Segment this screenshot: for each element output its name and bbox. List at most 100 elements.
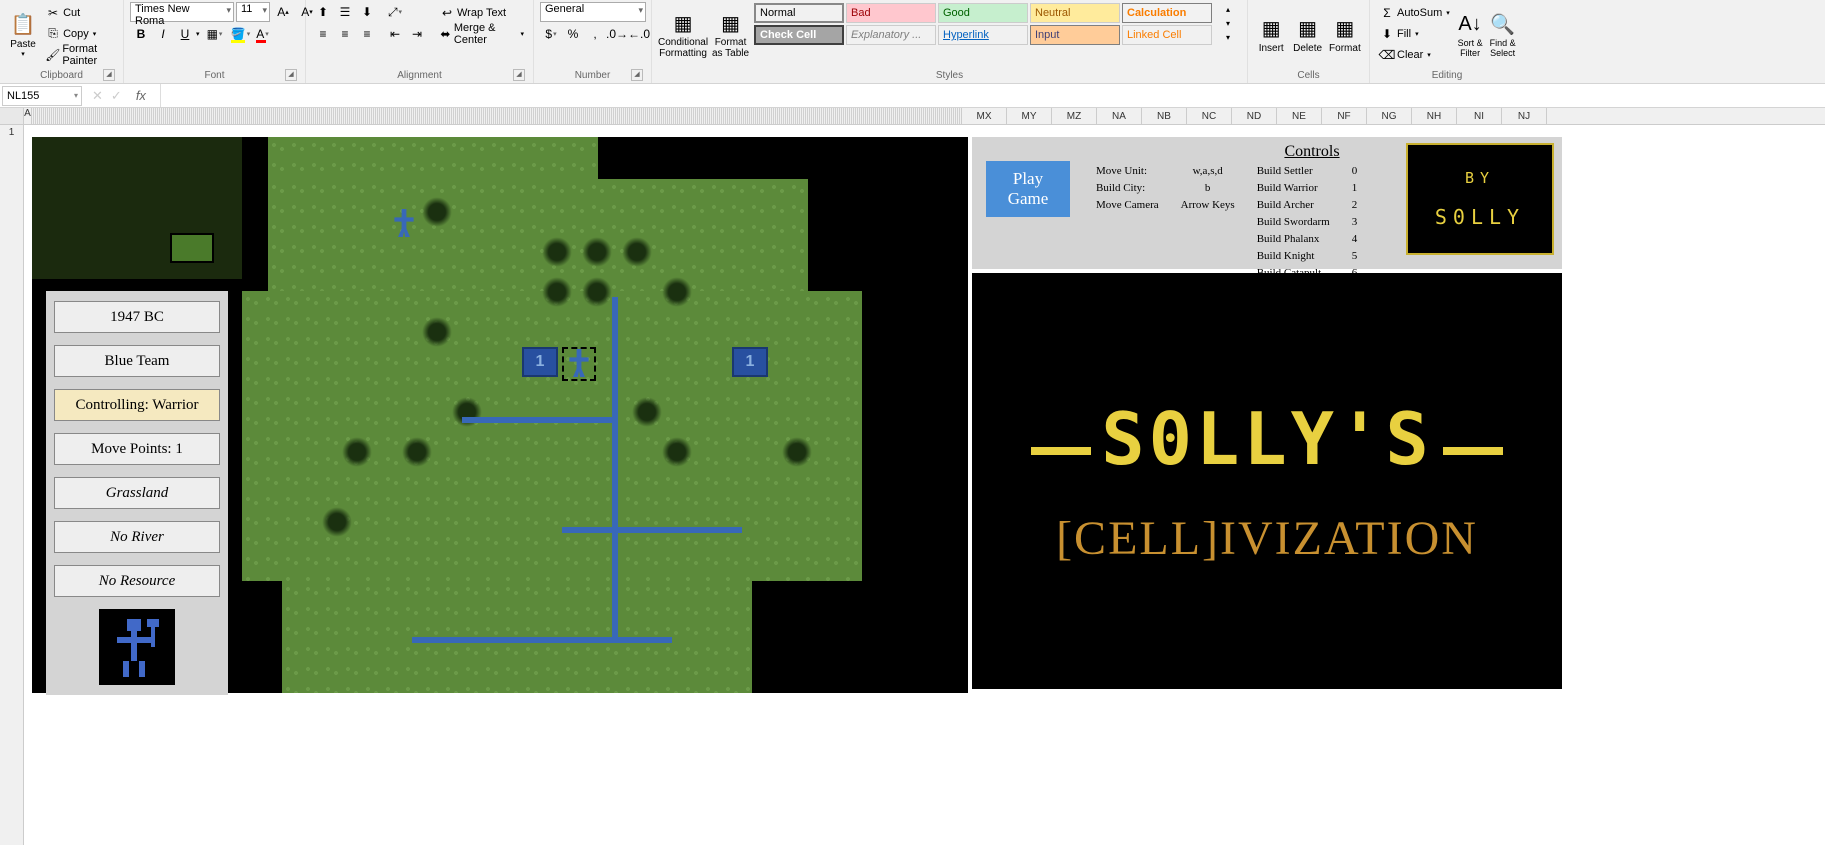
col-header[interactable]: ND <box>1232 108 1277 124</box>
column-headers[interactable]: A MX MY MZ NA NB NC ND NE NF NG NH NI NJ <box>0 108 1825 125</box>
controls-cell: 5 <box>1342 248 1368 263</box>
col-header[interactable]: NH <box>1412 108 1457 124</box>
decrease-decimal-button[interactable]: ←.0 <box>628 24 650 44</box>
delete-button[interactable]: ▦Delete <box>1290 2 1324 66</box>
font-size-combo[interactable]: 11 <box>236 2 270 22</box>
style-good[interactable]: Good <box>938 3 1028 23</box>
format-painter-button[interactable]: 🖌Format Painter <box>42 44 117 65</box>
col-header[interactable]: MY <box>1007 108 1052 124</box>
cond-fmt-icon: ▦ <box>669 9 697 37</box>
alignment-group-label: Alignment <box>397 70 441 81</box>
copy-button[interactable]: ⎘Copy▾ <box>42 23 117 44</box>
comma-button[interactable]: , <box>584 24 606 44</box>
col-header[interactable]: NB <box>1142 108 1187 124</box>
city-marker[interactable]: 1 <box>732 347 768 377</box>
align-bottom-button[interactable]: ⬇ <box>356 2 378 22</box>
col-header[interactable]: NF <box>1322 108 1367 124</box>
number-format-combo[interactable]: General <box>540 2 646 22</box>
conditional-formatting-button[interactable]: ▦Conditional Formatting <box>658 2 708 66</box>
style-linked-cell[interactable]: Linked Cell <box>1122 25 1212 45</box>
autosum-button[interactable]: ΣAutoSum▾ <box>1376 2 1453 23</box>
controls-cell: 2 <box>1342 197 1368 212</box>
city-marker[interactable]: 1 <box>522 347 558 377</box>
merge-icon: ⬌ <box>439 26 452 42</box>
painter-icon: 🖌 <box>45 47 60 63</box>
fx-icon[interactable]: fx <box>130 88 152 103</box>
bold-button[interactable]: B <box>130 24 152 44</box>
enter-formula-icon[interactable]: ✓ <box>111 88 122 104</box>
border-button[interactable]: ▦ <box>204 24 226 44</box>
col-header[interactable]: MZ <box>1052 108 1097 124</box>
styles-scroll-up[interactable]: ▴ <box>1217 2 1239 16</box>
font-dialog-launcher[interactable]: ◢ <box>285 69 297 81</box>
italic-button[interactable]: I <box>152 24 174 44</box>
cut-button[interactable]: ✂Cut <box>42 2 117 23</box>
unit-warrior[interactable] <box>567 349 591 377</box>
fill-button[interactable]: ⬇Fill▾ <box>1376 23 1453 44</box>
styles-more[interactable]: ▾ <box>1217 30 1239 44</box>
col-header[interactable]: NC <box>1187 108 1232 124</box>
percent-button[interactable]: % <box>562 24 584 44</box>
increase-indent-button[interactable]: ⇥ <box>406 24 428 44</box>
accounting-format-button[interactable]: $ <box>540 24 562 44</box>
styles-group-label: Styles <box>936 70 963 81</box>
name-box[interactable]: NL155 <box>2 86 82 106</box>
col-header[interactable]: NG <box>1367 108 1412 124</box>
font-color-button[interactable]: A <box>252 24 274 44</box>
controls-cell: Arrow Keys <box>1171 197 1245 212</box>
style-explanatory[interactable]: Explanatory ... <box>846 25 936 45</box>
format-button[interactable]: ▦Format <box>1327 2 1363 66</box>
game-map[interactable]: 1 1 <box>242 137 968 693</box>
alignment-dialog-launcher[interactable]: ◢ <box>513 69 525 81</box>
row-header-1[interactable]: 1 <box>0 125 24 845</box>
style-calculation[interactable]: Calculation <box>1122 3 1212 23</box>
col-header-a[interactable]: A <box>24 108 32 124</box>
style-check-cell[interactable]: Check Cell <box>754 25 844 45</box>
align-center-button[interactable]: ≡ <box>334 24 356 44</box>
increase-decimal-button[interactable]: .0→ <box>606 24 628 44</box>
col-header[interactable]: NE <box>1277 108 1322 124</box>
play-game-button[interactable]: Play Game <box>986 161 1070 217</box>
increase-font-button[interactable]: A▴ <box>272 2 294 22</box>
merge-center-button[interactable]: ⬌Merge & Center▾ <box>436 23 527 44</box>
decrease-indent-button[interactable]: ⇤ <box>384 24 406 44</box>
styles-scroll-down[interactable]: ▾ <box>1217 16 1239 30</box>
insert-button[interactable]: ▦Insert <box>1254 2 1288 66</box>
style-neutral[interactable]: Neutral <box>1030 3 1120 23</box>
align-left-button[interactable]: ≡ <box>312 24 334 44</box>
align-top-button[interactable]: ⬆ <box>312 2 334 22</box>
number-dialog-launcher[interactable]: ◢ <box>631 69 643 81</box>
formula-input[interactable] <box>161 86 1825 106</box>
title-sub: [CELL]IVIZATION <box>1056 511 1478 566</box>
game-viewport: 1947 BC Blue Team Controlling: Warrior M… <box>32 137 968 693</box>
find-select-button[interactable]: 🔍Find & Select <box>1487 2 1518 66</box>
font-group-label: Font <box>204 70 224 81</box>
sheet-body[interactable]: 1947 BC Blue Team Controlling: Warrior M… <box>24 125 1825 845</box>
clipboard-dialog-launcher[interactable]: ◢ <box>103 69 115 81</box>
orientation-button[interactable]: ⤢ <box>384 2 406 22</box>
style-normal[interactable]: Normal <box>754 3 844 23</box>
style-hyperlink[interactable]: Hyperlink <box>938 25 1028 45</box>
style-bad[interactable]: Bad <box>846 3 936 23</box>
col-header[interactable]: NJ <box>1502 108 1547 124</box>
format-as-table-button[interactable]: ▦Format as Table <box>710 2 751 66</box>
paste-button[interactable]: 📋 Paste ▾ <box>6 2 40 66</box>
clear-button[interactable]: ⌫Clear▾ <box>1376 44 1453 65</box>
unit-sprite[interactable] <box>392 209 416 237</box>
font-name-combo[interactable]: Times New Roma <box>130 2 234 22</box>
col-header[interactable]: MX <box>962 108 1007 124</box>
col-header[interactable]: NI <box>1457 108 1502 124</box>
align-middle-button[interactable]: ☰ <box>334 2 356 22</box>
cancel-formula-icon[interactable]: ✕ <box>92 88 103 104</box>
fill-color-button[interactable]: 🪣 <box>230 24 252 44</box>
style-input[interactable]: Input <box>1030 25 1120 45</box>
underline-button[interactable]: U <box>174 24 196 44</box>
controls-table: Move Unit:w,a,s,dBuild Settler0Build Cit… <box>1084 161 1369 282</box>
align-right-button[interactable]: ≡ <box>356 24 378 44</box>
sort-filter-button[interactable]: A↓Sort & Filter <box>1455 2 1486 66</box>
col-header[interactable]: NA <box>1097 108 1142 124</box>
select-all-corner[interactable] <box>0 108 24 124</box>
wrap-text-button[interactable]: ↩Wrap Text <box>436 2 527 23</box>
thin-column-range[interactable] <box>32 108 962 124</box>
controls-cell: Build Settler <box>1247 163 1340 178</box>
